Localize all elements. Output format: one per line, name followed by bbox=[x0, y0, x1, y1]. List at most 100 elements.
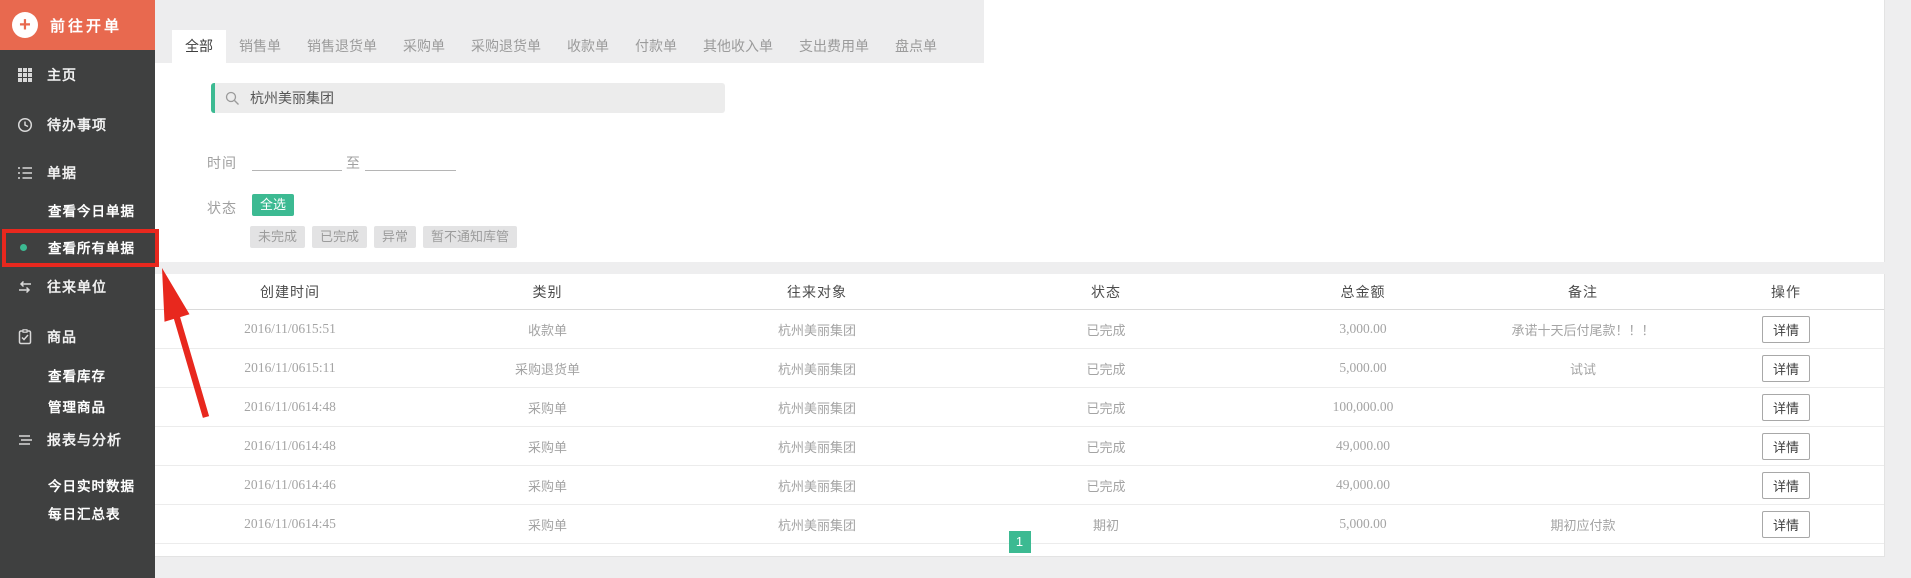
sidebar-item-todo[interactable]: 待办事项 bbox=[0, 112, 155, 138]
cell-partner: 杭州美丽集团 bbox=[670, 426, 964, 466]
status-filter-label: 状态 bbox=[207, 200, 237, 216]
cell-type: 采购单 bbox=[425, 426, 670, 466]
detail-button[interactable]: 详情 bbox=[1761, 354, 1810, 382]
tab-bar: 全部 销售单 销售退货单 采购单 采购退货单 收款单 付款单 其他收入单 支出费… bbox=[155, 0, 984, 63]
cell-amount: 3,000.00 bbox=[1248, 309, 1478, 349]
sidebar-item-home[interactable]: 主页 bbox=[0, 62, 155, 88]
sidebar-item-label: 报表与分析 bbox=[47, 432, 122, 448]
status-option-no-notify[interactable]: 暂不通知库管 bbox=[423, 226, 518, 248]
sidebar-item-partners[interactable]: 往来单位 bbox=[0, 274, 155, 300]
clock-icon bbox=[17, 117, 33, 133]
sidebar-subitem-label: 查看所有单据 bbox=[48, 241, 135, 256]
tab-purchase-return[interactable]: 采购退货单 bbox=[458, 30, 554, 63]
col-status: 状态 bbox=[964, 274, 1248, 310]
cell-partner: 杭州美丽集团 bbox=[670, 309, 964, 349]
time-from-input[interactable] bbox=[252, 152, 342, 171]
tab-other-income[interactable]: 其他收入单 bbox=[690, 30, 786, 63]
swap-arrows-icon bbox=[19, 280, 31, 294]
cell-type: 收款单 bbox=[425, 309, 670, 349]
tab-all[interactable]: 全部 bbox=[172, 30, 226, 63]
table-row: 2016/11/0614:48 采购单 杭州美丽集团 已完成 49,000.00… bbox=[155, 426, 1884, 466]
sidebar-subitem-label: 今日实时数据 bbox=[48, 479, 135, 494]
col-type: 类别 bbox=[425, 274, 670, 310]
sidebar-item-goods[interactable]: 商品 bbox=[0, 324, 155, 350]
tab-purchase[interactable]: 采购单 bbox=[390, 30, 458, 63]
col-created: 创建时间 bbox=[155, 274, 425, 310]
cell-status: 已完成 bbox=[964, 426, 1248, 466]
cell-remark bbox=[1478, 465, 1688, 505]
page-1-button[interactable]: 1 bbox=[1008, 531, 1031, 553]
tab-payment[interactable]: 付款单 bbox=[622, 30, 690, 63]
cell-created: 2016/11/0615:51 bbox=[155, 309, 425, 349]
col-amount: 总金额 bbox=[1248, 274, 1478, 310]
sidebar-item-orders[interactable]: 单据 bbox=[0, 160, 155, 186]
sidebar-item-label: 主页 bbox=[47, 67, 77, 83]
sidebar-subitem-label: 每日汇总表 bbox=[48, 507, 121, 522]
search-icon bbox=[225, 91, 239, 105]
sidebar-item-reports[interactable]: 报表与分析 bbox=[0, 427, 155, 453]
cell-remark bbox=[1478, 426, 1688, 466]
cell-remark: 承诺十天后付尾款！！！ bbox=[1478, 309, 1688, 349]
status-option-abnormal[interactable]: 异常 bbox=[374, 226, 417, 248]
list-icon bbox=[18, 167, 32, 179]
sidebar-item-inventory[interactable]: 查看库存 bbox=[0, 362, 155, 388]
detail-button[interactable]: 详情 bbox=[1761, 315, 1810, 343]
tab-receipt[interactable]: 收款单 bbox=[554, 30, 622, 63]
sidebar-create-order-button[interactable]: + 前往开单 bbox=[0, 0, 155, 50]
status-option-unfinished[interactable]: 未完成 bbox=[250, 226, 306, 248]
sidebar-item-realtime[interactable]: 今日实时数据 bbox=[0, 472, 155, 498]
cell-remark bbox=[1478, 387, 1688, 427]
sidebar-item-label: 单据 bbox=[47, 165, 77, 181]
detail-button[interactable]: 详情 bbox=[1761, 471, 1810, 499]
search-box[interactable] bbox=[211, 83, 725, 113]
col-partner: 往来对象 bbox=[670, 274, 964, 310]
cell-amount: 5,000.00 bbox=[1248, 348, 1478, 388]
bars-icon bbox=[19, 435, 32, 445]
sidebar-item-label: 待办事项 bbox=[47, 117, 107, 133]
pagination: 1 bbox=[155, 531, 1884, 553]
sidebar-item-orders-all[interactable]: 查看所有单据 bbox=[0, 234, 155, 260]
detail-button[interactable]: 详情 bbox=[1761, 432, 1810, 460]
cell-created: 2016/11/0614:48 bbox=[155, 426, 425, 466]
select-all-button[interactable]: 全选 bbox=[252, 194, 295, 216]
table-row: 2016/11/0614:48 采购单 杭州美丽集团 已完成 100,000.0… bbox=[155, 387, 1884, 427]
cell-created: 2016/11/0614:48 bbox=[155, 387, 425, 427]
orders-table: 创建时间 类别 往来对象 状态 总金额 备注 操作 2016/11/0615:5… bbox=[155, 274, 1884, 544]
section-divider bbox=[155, 262, 1911, 274]
tab-sales[interactable]: 销售单 bbox=[226, 30, 294, 63]
search-input[interactable] bbox=[248, 89, 692, 107]
sidebar-subitem-label: 查看今日单据 bbox=[48, 204, 135, 219]
cell-status: 已完成 bbox=[964, 387, 1248, 427]
table-row: 2016/11/0614:46 采购单 杭州美丽集团 已完成 49,000.00… bbox=[155, 465, 1884, 505]
sidebar-item-label: 商品 bbox=[47, 329, 77, 345]
cell-partner: 杭州美丽集团 bbox=[670, 465, 964, 505]
detail-button[interactable]: 详情 bbox=[1761, 393, 1810, 421]
cell-type: 采购单 bbox=[425, 387, 670, 427]
content-card: 时间 至 状态 全选 未完成 已完成 异常 暂不通知库管 创建时间 类别 往来对… bbox=[155, 0, 1885, 557]
sidebar-item-orders-today[interactable]: 查看今日单据 bbox=[0, 197, 155, 223]
create-order-label: 前往开单 bbox=[50, 17, 123, 35]
app-window: + 前往开单 主页 待办事项 单据 查看今日单据 查看所有单据 往来单位 商品 … bbox=[0, 0, 1911, 578]
tab-stocktake[interactable]: 盘点单 bbox=[882, 30, 950, 63]
status-option-finished[interactable]: 已完成 bbox=[312, 226, 368, 248]
table-header: 创建时间 类别 往来对象 状态 总金额 备注 操作 bbox=[155, 274, 1884, 310]
grid-icon bbox=[18, 68, 32, 82]
cell-amount: 100,000.00 bbox=[1248, 387, 1478, 427]
cell-status: 已完成 bbox=[964, 348, 1248, 388]
active-dot-icon bbox=[20, 243, 27, 251]
tab-sales-return[interactable]: 销售退货单 bbox=[294, 30, 390, 63]
table-row: 2016/11/0615:11 采购退货单 杭州美丽集团 已完成 5,000.0… bbox=[155, 348, 1884, 388]
cell-type: 采购退货单 bbox=[425, 348, 670, 388]
time-to-label: 至 bbox=[346, 155, 361, 171]
cell-remark: 试试 bbox=[1478, 348, 1688, 388]
sidebar-item-manage-goods[interactable]: 管理商品 bbox=[0, 393, 155, 419]
sidebar-item-daily-summary[interactable]: 每日汇总表 bbox=[0, 500, 155, 526]
cell-status: 已完成 bbox=[964, 465, 1248, 505]
cell-amount: 49,000.00 bbox=[1248, 465, 1478, 505]
time-to-input[interactable] bbox=[365, 152, 456, 171]
cell-partner: 杭州美丽集团 bbox=[670, 348, 964, 388]
tab-expense[interactable]: 支出费用单 bbox=[786, 30, 882, 63]
cell-created: 2016/11/0615:11 bbox=[155, 348, 425, 388]
sidebar-subitem-label: 查看库存 bbox=[48, 369, 106, 384]
col-action: 操作 bbox=[1688, 274, 1884, 310]
